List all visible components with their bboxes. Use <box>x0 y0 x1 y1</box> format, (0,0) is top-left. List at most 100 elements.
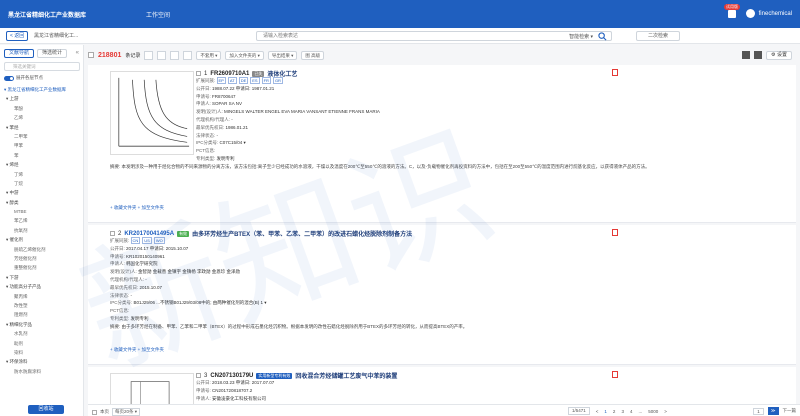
back-button[interactable]: < 返回 <box>6 31 29 41</box>
family-chip[interactable]: GR <box>272 77 283 84</box>
tree-node[interactable]: 丁烯 <box>2 170 82 179</box>
family-chip[interactable]: AT <box>227 77 237 84</box>
analyze-button[interactable]: 图 高级 <box>301 50 325 60</box>
secondary-search-button[interactable]: 二次检索 <box>636 31 680 41</box>
result-actions[interactable]: + 收藏文件夹 + 加至文件夹 <box>110 347 164 353</box>
family-chip[interactable]: US <box>142 237 152 244</box>
pdf-icon[interactable] <box>612 371 618 378</box>
page-link[interactable]: ... <box>638 409 642 414</box>
result-card[interactable]: 2 KR20170041495A 有效 由多环芳烃生产BTEX（苯、甲苯、乙苯、… <box>88 225 796 365</box>
tree-node[interactable]: 甲苯 <box>2 141 82 150</box>
result-card[interactable]: 1 FR2609710A1 已失 液体化工艺 扩展同族: EP AT DE ES FR G… <box>88 65 796 223</box>
tree-node[interactable]: 苯 <box>2 151 82 160</box>
tree-node[interactable]: ▾ 下游 <box>2 273 82 282</box>
toggle-switch[interactable] <box>4 75 14 81</box>
tree-node[interactable]: 芳烃催化剂 <box>2 254 82 263</box>
family-chip[interactable]: CN <box>130 237 141 244</box>
tree-node[interactable]: 重整催化剂 <box>2 263 82 272</box>
pdf-icon[interactable] <box>612 69 618 76</box>
tree-node[interactable]: 二甲苯 <box>2 132 82 141</box>
export-dropdown[interactable]: 导出结果 ▾ <box>267 50 298 60</box>
next-page-link[interactable]: 下一篇 <box>783 408 797 414</box>
page-link[interactable]: > <box>664 409 667 414</box>
page-checkbox[interactable] <box>92 409 97 415</box>
page-link[interactable]: 3 <box>621 409 624 414</box>
tree-node[interactable]: 水乳剂 <box>2 329 82 338</box>
meta-value: - <box>216 132 219 138</box>
pdf-icon[interactable] <box>612 229 618 236</box>
result-card[interactable]: 3 CN207130179U 实用新型专利有效 回收混合芳烃储罐工艺废气中苯的装… <box>88 367 796 405</box>
app-brand[interactable]: 黑龙江省精细化工产业数据库 <box>8 10 86 19</box>
family-chip[interactable]: WO <box>153 237 165 244</box>
user-menu[interactable]: finechemical <box>745 9 792 18</box>
tree-node[interactable]: MTBE <box>2 207 82 216</box>
tree-node[interactable]: ▾ 烯烃 <box>2 160 82 169</box>
recycle-bin-button[interactable]: 回收站 <box>28 405 64 414</box>
page-link[interactable]: 4 <box>630 409 633 414</box>
tree-node[interactable]: ▾ 中游 <box>2 188 82 197</box>
publication-number[interactable]: FR2609710A1 <box>210 71 249 77</box>
settings-button[interactable]: ⚙ 设置 <box>766 50 792 60</box>
list-view-icon[interactable] <box>144 50 154 60</box>
tree-node[interactable]: 苯酚 <box>2 104 82 113</box>
tree-node[interactable]: 抗氧剂 <box>2 226 82 235</box>
tree-node[interactable]: ▾ 精细化学品 <box>2 320 82 329</box>
tree-node[interactable]: 聚丙烯 <box>2 292 82 301</box>
page-link[interactable]: 2 <box>613 409 616 414</box>
tree-node[interactable]: ▾ 环保涂料 <box>2 357 82 366</box>
tree-node[interactable]: ▾ 苯烃 <box>2 123 82 132</box>
collapse-icon[interactable]: « <box>76 50 79 56</box>
meta-label: PCT信息: <box>110 308 130 314</box>
result-checkbox[interactable] <box>196 373 201 378</box>
tree-filter-input[interactable]: 筛选关键词 <box>4 62 80 71</box>
tree-node[interactable]: 助剂 <box>2 339 82 348</box>
per-page-select[interactable]: 每页20条 ▾ <box>112 408 141 416</box>
family-chip[interactable]: DE <box>238 77 249 84</box>
page-link[interactable]: 5000 <box>648 409 658 414</box>
result-checkbox[interactable] <box>110 231 115 236</box>
search-icon[interactable] <box>598 32 607 41</box>
grid-view-icon[interactable] <box>157 50 167 60</box>
table-view-icon[interactable] <box>183 50 193 60</box>
result-actions[interactable]: + 收藏文件夹 + 加至文件夹 <box>110 205 164 211</box>
result-checkbox[interactable] <box>196 71 201 76</box>
tree-node[interactable]: 改性塑 <box>2 301 82 310</box>
family-chip[interactable]: EP <box>216 77 226 84</box>
search-input[interactable] <box>257 32 517 40</box>
meta-value: 金智勋 金载善 金镇宇 金镇杨 李政勋 金恩珍 金泽勋 <box>138 269 240 275</box>
tree-node[interactable]: ▾ 醇类 <box>2 198 82 207</box>
page-link[interactable]: 1 <box>604 409 607 414</box>
layout-icon[interactable] <box>754 51 763 59</box>
tab-navigation[interactable]: 文献导航 <box>4 49 34 58</box>
expand-toggle[interactable]: 展开各层节点 <box>4 75 43 81</box>
tree-node[interactable]: 苯乙烯 <box>2 216 82 225</box>
tab-statistics[interactable]: 筛选统计 <box>37 49 67 58</box>
tree-node[interactable]: 脱硫乙烯催化剂 <box>2 245 82 254</box>
tree-node[interactable]: 染料 <box>2 348 82 357</box>
family-chip[interactable]: ES <box>250 77 260 84</box>
download-icon[interactable] <box>742 51 751 59</box>
tree-node[interactable]: ▾ 功能高分子产品 <box>2 282 82 291</box>
patent-drawing-thumbnail[interactable] <box>110 71 194 155</box>
tree-node[interactable]: ▾ 催化剂 <box>2 235 82 244</box>
page-jump-input[interactable]: 1 <box>753 407 764 415</box>
add-to-folder-dropdown[interactable]: 加入文件夹的 ▾ <box>225 50 264 60</box>
publication-number[interactable]: KR20170041495A <box>124 231 174 237</box>
image-view-icon[interactable] <box>170 50 180 60</box>
tree-node[interactable]: 防水防腐涂料 <box>2 367 82 376</box>
publication-number[interactable]: CN207130179U <box>210 373 253 379</box>
tree-node[interactable]: 阻燃剂 <box>2 310 82 319</box>
tree-node[interactable]: ▾ 黑龙江省精细化工产业数据库 <box>2 85 82 94</box>
page-link[interactable]: < <box>596 409 599 414</box>
search-scope-select[interactable]: 智能检索 ▾ <box>569 33 593 40</box>
go-button[interactable]: ≫ <box>767 407 779 415</box>
patent-drawing-thumbnail[interactable] <box>110 373 194 405</box>
tab-current[interactable]: 黑龙江省精细化工... <box>34 32 78 39</box>
tree-node[interactable]: 丁烷 <box>2 179 82 188</box>
workspace-link[interactable]: 工作空间 <box>146 10 170 19</box>
select-all-checkbox[interactable] <box>88 52 94 58</box>
tree-node[interactable]: 乙烯 <box>2 113 82 122</box>
family-chip[interactable]: FR <box>261 77 271 84</box>
sort-dropdown[interactable]: 不套用 ▾ <box>196 50 222 60</box>
tree-node[interactable]: ▾ 上游 <box>2 94 82 103</box>
